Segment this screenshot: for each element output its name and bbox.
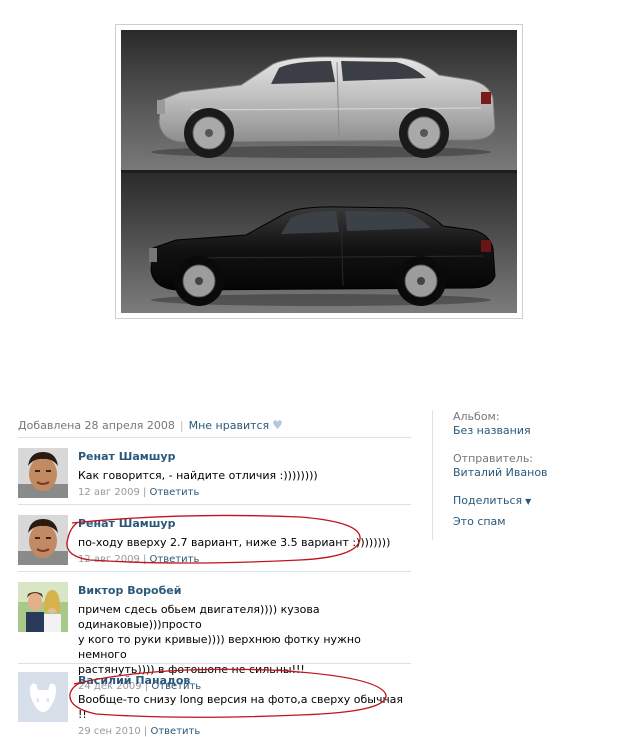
comment-author[interactable]: Виктор Воробей bbox=[78, 584, 411, 598]
comment-text: по-ходу вверху 2.7 вариант, ниже 3.5 вар… bbox=[78, 536, 391, 549]
spam-link[interactable]: Это спам bbox=[453, 515, 633, 528]
chevron-down-icon: ▼ bbox=[525, 497, 532, 506]
comment-meta: 12 авг 2009 | Ответить bbox=[78, 487, 200, 498]
comment-author[interactable]: Ренат Шамшур bbox=[78, 450, 411, 464]
comment-body: Ренат Шамшур по-ходу вверху 2.7 вариант,… bbox=[78, 517, 411, 565]
comment-text-line: у кого то руки кривые)))) верхнюю фотку … bbox=[78, 633, 361, 661]
comment-author[interactable]: Василий Панадов bbox=[78, 674, 411, 688]
default-avatar-icon: x x bbox=[18, 672, 68, 722]
album-link[interactable]: Без названия bbox=[453, 424, 633, 438]
comment-date: 12 авг 2009 bbox=[78, 554, 140, 565]
car-comparison-photo bbox=[121, 30, 517, 313]
comments-list: Ренат Шамшур Как говорится, - найдите от… bbox=[18, 437, 411, 737]
comment-date: 29 сен 2010 bbox=[78, 726, 141, 737]
comment-text: Вообще-то снизу long версия на фото,а св… bbox=[78, 693, 404, 721]
photo-frame[interactable] bbox=[115, 24, 523, 319]
avatar[interactable]: x x bbox=[18, 672, 68, 722]
comment-item: Виктор Воробей причем сдесь обьем двигат… bbox=[18, 572, 411, 692]
comment-date: 12 авг 2009 bbox=[78, 487, 140, 498]
comment-author[interactable]: Ренат Шамшур bbox=[78, 517, 411, 531]
avatar[interactable] bbox=[18, 448, 68, 498]
sender-link[interactable]: Виталий Иванов bbox=[453, 466, 633, 480]
comment-meta: 12 авг 2009 | Ответить bbox=[78, 554, 200, 565]
svg-text:x: x bbox=[46, 697, 50, 704]
sender-label: Отправитель: bbox=[453, 452, 534, 465]
photo-info-sidebar: Альбом: Без названия Отправитель: Витали… bbox=[432, 410, 633, 540]
reply-link[interactable]: Ответить bbox=[150, 487, 200, 498]
heart-icon[interactable]: ♥ bbox=[272, 418, 283, 432]
avatar[interactable] bbox=[18, 515, 68, 565]
avatar[interactable] bbox=[18, 582, 68, 632]
album-label: Альбом: bbox=[453, 410, 500, 423]
dislike-link[interactable]: Мне нравится bbox=[189, 419, 270, 432]
comment-item: Ренат Шамшур Как говорится, - найдите от… bbox=[18, 438, 411, 505]
added-date: Добавлена 28 апреля 2008 bbox=[18, 419, 175, 432]
comment-body: Ренат Шамшур Как говорится, - найдите от… bbox=[78, 450, 411, 498]
separator: | bbox=[179, 419, 184, 432]
comment-text: Как говорится, - найдите отличия :))))))… bbox=[78, 469, 318, 482]
comment-text-line: причем сдесь обьем двигателя)))) кузова … bbox=[78, 603, 320, 631]
comment-meta: 29 сен 2010 | Ответить bbox=[78, 726, 201, 737]
svg-text:x: x bbox=[36, 697, 40, 704]
share-button[interactable]: Поделиться ▼ bbox=[453, 494, 633, 507]
comment-item: x x Василий Панадов Вообще-то снизу long… bbox=[18, 664, 411, 737]
share-label: Поделиться bbox=[453, 494, 523, 507]
comment-body: Василий Панадов Вообще-то снизу long вер… bbox=[78, 674, 411, 737]
photo-meta: Добавлена 28 апреля 2008 | Мне нравится ♥ bbox=[18, 418, 411, 432]
comment-item: Ренат Шамшур по-ходу вверху 2.7 вариант,… bbox=[18, 505, 411, 572]
reply-link[interactable]: Ответить bbox=[150, 726, 200, 737]
reply-link[interactable]: Ответить bbox=[150, 554, 200, 565]
